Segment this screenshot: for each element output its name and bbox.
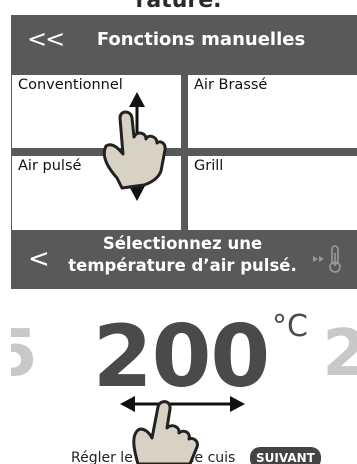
temperature-value: 200 xyxy=(92,307,271,407)
function-grill[interactable]: Grill xyxy=(188,156,357,230)
temperature-unit: °C xyxy=(272,309,308,344)
temperature-selector[interactable]: 5 200 °C 2 Régler le temps de cuis SUIVA… xyxy=(11,289,357,464)
back-button[interactable]: < xyxy=(28,245,50,273)
cooking-time-hint: Régler le temps de cuis xyxy=(71,450,236,464)
function-label: Conventionnel xyxy=(18,77,123,93)
temperature-title: Sélectionnez une température d’air pulsé… xyxy=(68,234,297,275)
temperature-header: < Sélectionnez une température d’air pul… xyxy=(11,230,357,289)
function-label: Air pulsé xyxy=(18,158,82,174)
cut-off-heading: rature. xyxy=(0,0,357,15)
previous-temperature: 5 xyxy=(11,317,38,391)
function-grid: Conventionnel Air Brassé Air pulsé Grill xyxy=(11,66,357,230)
next-button[interactable]: SUIVANT xyxy=(250,447,321,464)
function-conventionnel[interactable]: Conventionnel xyxy=(12,75,181,148)
next-temperature: 2 xyxy=(322,317,357,391)
cut-off-heading-text: rature. xyxy=(135,0,222,13)
double-back-button[interactable]: << xyxy=(27,25,65,53)
function-label: Air Brassé xyxy=(194,77,268,93)
fast-heat-thermometer-icon[interactable] xyxy=(311,244,345,274)
function-air-brasse[interactable]: Air Brassé xyxy=(188,75,357,148)
manual-functions-header: << Fonctions manuelles xyxy=(11,15,357,66)
function-label: Grill xyxy=(194,158,224,174)
function-air-pulse[interactable]: Air pulsé xyxy=(12,156,181,230)
manual-functions-title: Fonctions manuelles xyxy=(96,29,306,50)
